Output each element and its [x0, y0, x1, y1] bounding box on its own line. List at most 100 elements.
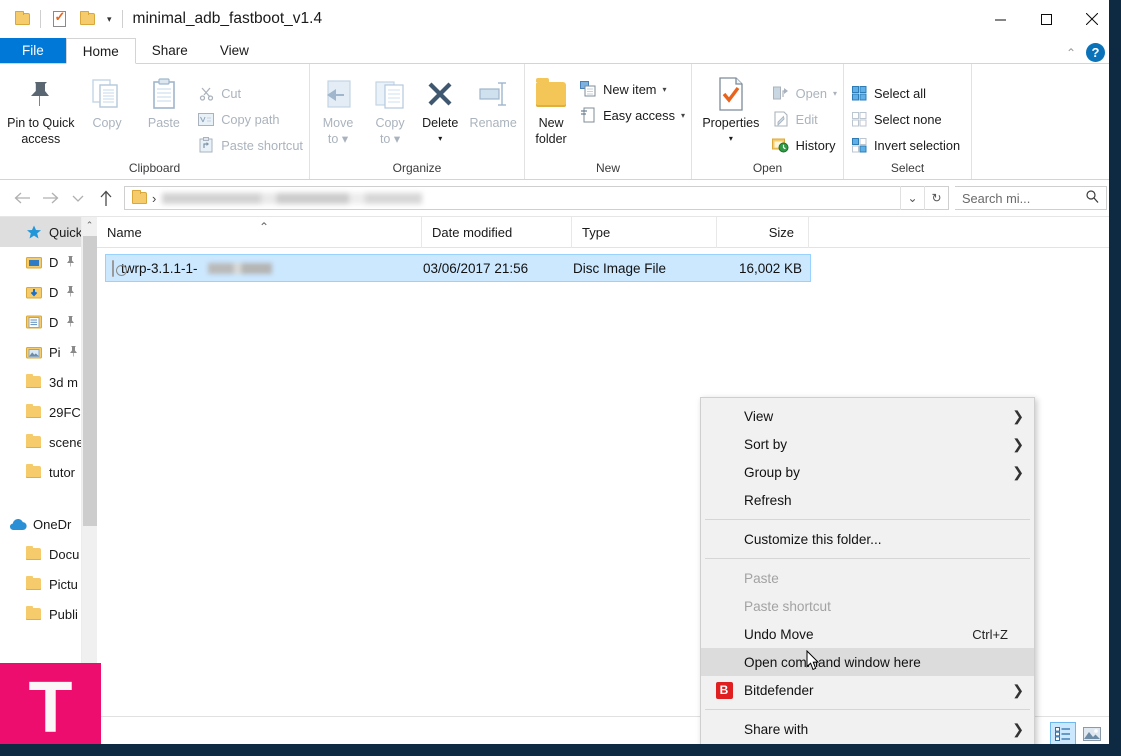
sidebar-item-label: D [49, 254, 59, 270]
context-menu-item-customize-this-folder[interactable]: Customize this folder... [701, 525, 1034, 553]
sidebar-item-label: 3d m [49, 374, 78, 390]
column-header-size[interactable]: Size [717, 217, 809, 248]
cut-label: Cut [221, 85, 242, 101]
folder-icon[interactable] [8, 4, 36, 34]
collapse-ribbon-button[interactable]: ⌃ [1062, 46, 1080, 60]
recent-locations-button[interactable] [64, 184, 92, 212]
context-menu-item-label: Group by [744, 464, 800, 480]
cut-button[interactable]: Cut [193, 80, 307, 106]
delete-button[interactable]: Delete ▾ [416, 72, 464, 146]
edit-icon [772, 110, 790, 128]
copy-to-button[interactable]: Copy to ▾ [364, 72, 416, 146]
column-header-date-modified[interactable]: Date modified [422, 217, 572, 248]
context-menu-item-sort-by[interactable]: Sort by ❯ [701, 430, 1034, 458]
breadcrumb[interactable]: › [129, 190, 156, 206]
pin-icon [65, 285, 76, 300]
maximize-button[interactable] [1023, 0, 1069, 38]
select-none-button[interactable]: Select none [846, 106, 964, 132]
context-menu-item-label: Undo Move [744, 626, 814, 642]
folder-icon [26, 463, 43, 480]
window-title: minimal_adb_fastboot_v1.4 [132, 10, 323, 27]
tab-share[interactable]: Share [136, 38, 204, 64]
ribbon-group-label-select: Select [890, 161, 925, 175]
new-folder-label-1: New [538, 116, 564, 130]
context-menu-item-refresh[interactable]: Refresh [701, 486, 1034, 514]
easy-access-button[interactable]: Easy access ▾ [575, 102, 689, 128]
context-menu-item-label: Customize this folder... [744, 531, 882, 547]
column-headers: Name Date modified Type Size [97, 217, 1115, 248]
context-menu: View ❯ Sort by ❯ Group by ❯ Refresh Customize t… [700, 397, 1035, 750]
up-button[interactable] [92, 184, 120, 212]
breadcrumb-path-redacted [162, 192, 423, 204]
back-button[interactable] [8, 184, 36, 212]
context-menu-item-paste-shortcut: Paste shortcut [701, 592, 1034, 620]
context-menu-item-group-by[interactable]: Group by ❯ [701, 458, 1034, 486]
large-icons-view-button[interactable] [1079, 722, 1105, 746]
select-all-button[interactable]: Select all [846, 80, 964, 106]
history-button[interactable]: History [768, 132, 841, 158]
column-header-name[interactable]: Name [97, 217, 422, 248]
new-item-button[interactable]: New item ▾ [575, 76, 689, 102]
forward-button[interactable] [36, 184, 64, 212]
desktop-icon [26, 255, 43, 270]
ribbon-tabstrip-right: ⌃ ? [1062, 43, 1115, 64]
tab-home[interactable]: Home [65, 38, 136, 64]
context-menu-item-label: Paste [744, 570, 779, 586]
chevron-down-icon[interactable]: ▾ [662, 85, 666, 94]
scissors-icon [197, 84, 215, 102]
context-menu-item-undo-move[interactable]: Undo Move Ctrl+Z [701, 620, 1034, 648]
help-button[interactable]: ? [1086, 43, 1105, 62]
copy-to-label-1: Copy [375, 116, 405, 130]
properties-icon[interactable] [45, 4, 73, 34]
search-input[interactable]: Search mi... [962, 191, 1030, 206]
paste-button[interactable]: Paste [135, 72, 194, 130]
pin-to-quick-access-button[interactable]: Pin to Quick access [2, 72, 80, 146]
rename-button[interactable]: Rename [464, 72, 522, 130]
ribbon-group-clipboard: Pin to Quick access Copy Paste Cut Copy … [0, 64, 310, 179]
breadcrumb-separator[interactable]: › [152, 191, 156, 206]
context-menu-item-bitdefender[interactable]: B Bitdefender ❯ [701, 676, 1034, 704]
scrollbar-thumb[interactable] [83, 236, 97, 526]
file-name-cell[interactable]: twrp-3.1.1-1- [106, 259, 423, 277]
window-frame-right [1109, 0, 1115, 750]
invert-selection-button[interactable]: Invert selection [846, 132, 964, 158]
ribbon-group-open: Properties ▾ Open ▾ Edit History Open [692, 64, 844, 179]
new-folder-icon[interactable] [73, 4, 101, 34]
pin-icon [27, 74, 54, 114]
move-to-button[interactable]: Move to ▾ [312, 72, 364, 146]
tab-view[interactable]: View [204, 38, 265, 64]
context-menu-item-open-command-window-here[interactable]: Open command window here [701, 648, 1034, 676]
scroll-up-button[interactable]: ⌃ [82, 217, 97, 234]
details-view-button[interactable] [1050, 721, 1076, 746]
copy-path-button[interactable]: Copy path [193, 106, 307, 132]
table-row[interactable]: twrp-3.1.1-1- 03/06/2017 21:56 Disc Imag… [105, 254, 811, 282]
edit-button[interactable]: Edit [768, 106, 841, 132]
context-menu-item-view[interactable]: View ❯ [701, 402, 1034, 430]
sidebar-item-label: Docu [49, 546, 80, 562]
refresh-button[interactable]: ↻ [924, 186, 948, 210]
address-dropdown-button[interactable]: ⌄ [900, 186, 924, 210]
paste-shortcut-button[interactable]: Paste shortcut [193, 132, 307, 158]
chevron-down-icon[interactable]: ▾ [681, 111, 685, 120]
chevron-down-icon[interactable]: ▾ [101, 14, 118, 25]
quick-access-toolbar: ▾ [0, 4, 127, 34]
context-menu-item-share-with[interactable]: Share with ❯ [701, 715, 1034, 743]
chevron-right-icon: ❯ [1012, 681, 1024, 698]
chevron-down-icon[interactable]: ▾ [833, 89, 837, 98]
select-all-icon [850, 84, 868, 102]
new-folder-button[interactable]: New folder [527, 72, 575, 146]
open-small-buttons: Open ▾ Edit History [768, 72, 841, 158]
copy-button[interactable]: Copy [80, 72, 135, 130]
pin-to-quick-access-label-1: Pin to Quick [7, 116, 75, 130]
open-button[interactable]: Open ▾ [768, 80, 841, 106]
invert-selection-label: Invert selection [874, 137, 961, 153]
address-field[interactable]: › ⌄ ↻ [124, 186, 949, 210]
minimize-button[interactable] [977, 0, 1023, 38]
properties-button[interactable]: Properties ▾ [694, 72, 768, 146]
tab-file[interactable]: File [0, 38, 66, 64]
search-box[interactable]: Search mi... [955, 186, 1107, 210]
column-header-type[interactable]: Type [572, 217, 717, 248]
rename-icon [477, 74, 509, 114]
pin-icon [65, 255, 76, 270]
new-small-buttons: New item ▾ Easy access ▾ [575, 72, 689, 128]
